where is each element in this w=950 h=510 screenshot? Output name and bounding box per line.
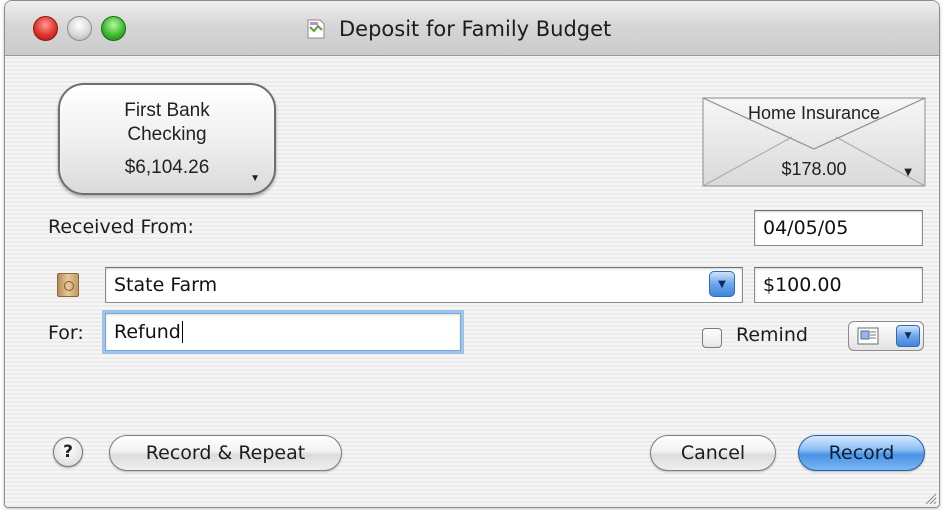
amount-field[interactable]: $100.00 — [754, 267, 923, 303]
minimize-window-button[interactable] — [67, 16, 92, 41]
deposit-window: Deposit for Family Budget First Bank Che… — [4, 0, 940, 508]
help-button[interactable]: ? — [53, 437, 83, 467]
flag-popup-button[interactable]: ▼ — [848, 321, 924, 351]
account-name: First Bank Checking — [60, 99, 274, 147]
chevron-down-icon: ▼ — [904, 331, 912, 341]
cancel-button[interactable]: Cancel — [650, 435, 776, 471]
text-cursor — [181, 321, 183, 343]
address-book-icon[interactable] — [57, 273, 79, 297]
account-name-line2: Checking — [127, 124, 207, 145]
payee-dropdown-button[interactable]: ▼ — [709, 271, 735, 297]
memo-field-text: Refund — [114, 321, 181, 343]
account-selector-button[interactable]: First Bank Checking $6,104.26 ▼ — [58, 83, 276, 195]
resize-grip-icon[interactable] — [921, 489, 937, 505]
remind-label[interactable]: Remind — [736, 324, 808, 346]
flag-icon — [849, 327, 887, 345]
date-field[interactable]: 04/05/05 — [754, 210, 923, 246]
chevron-down-icon: ▼ — [718, 278, 726, 290]
memo-field[interactable]: Refund — [105, 313, 461, 351]
envelope-amount: $178.00 — [781, 159, 847, 179]
envelope-selector-button[interactable]: Home Insurance $178.00 ▼ — [702, 97, 926, 187]
budget-document-icon — [305, 18, 327, 40]
account-balance: $6,104.26 — [124, 157, 210, 178]
window-title-group: Deposit for Family Budget — [305, 15, 611, 43]
remind-checkbox[interactable] — [702, 328, 722, 348]
record-button[interactable]: Record — [798, 435, 925, 471]
received-from-label: Received From: — [48, 216, 194, 238]
dropdown-arrow-icon: ▼ — [250, 173, 260, 184]
window-title: Deposit for Family Budget — [339, 17, 612, 41]
for-label: For: — [48, 322, 84, 344]
title-bar[interactable]: Deposit for Family Budget — [5, 1, 939, 56]
envelope-name: Home Insurance — [747, 103, 881, 123]
record-repeat-button[interactable]: Record & Repeat — [109, 435, 342, 471]
account-name-line1: First Bank — [124, 100, 210, 121]
dropdown-arrow-icon: ▼ — [904, 167, 912, 178]
payee-field[interactable]: State Farm — [105, 267, 743, 303]
zoom-window-button[interactable] — [101, 16, 126, 41]
close-window-button[interactable] — [33, 16, 58, 41]
flag-dropdown-arrow[interactable]: ▼ — [896, 325, 920, 347]
